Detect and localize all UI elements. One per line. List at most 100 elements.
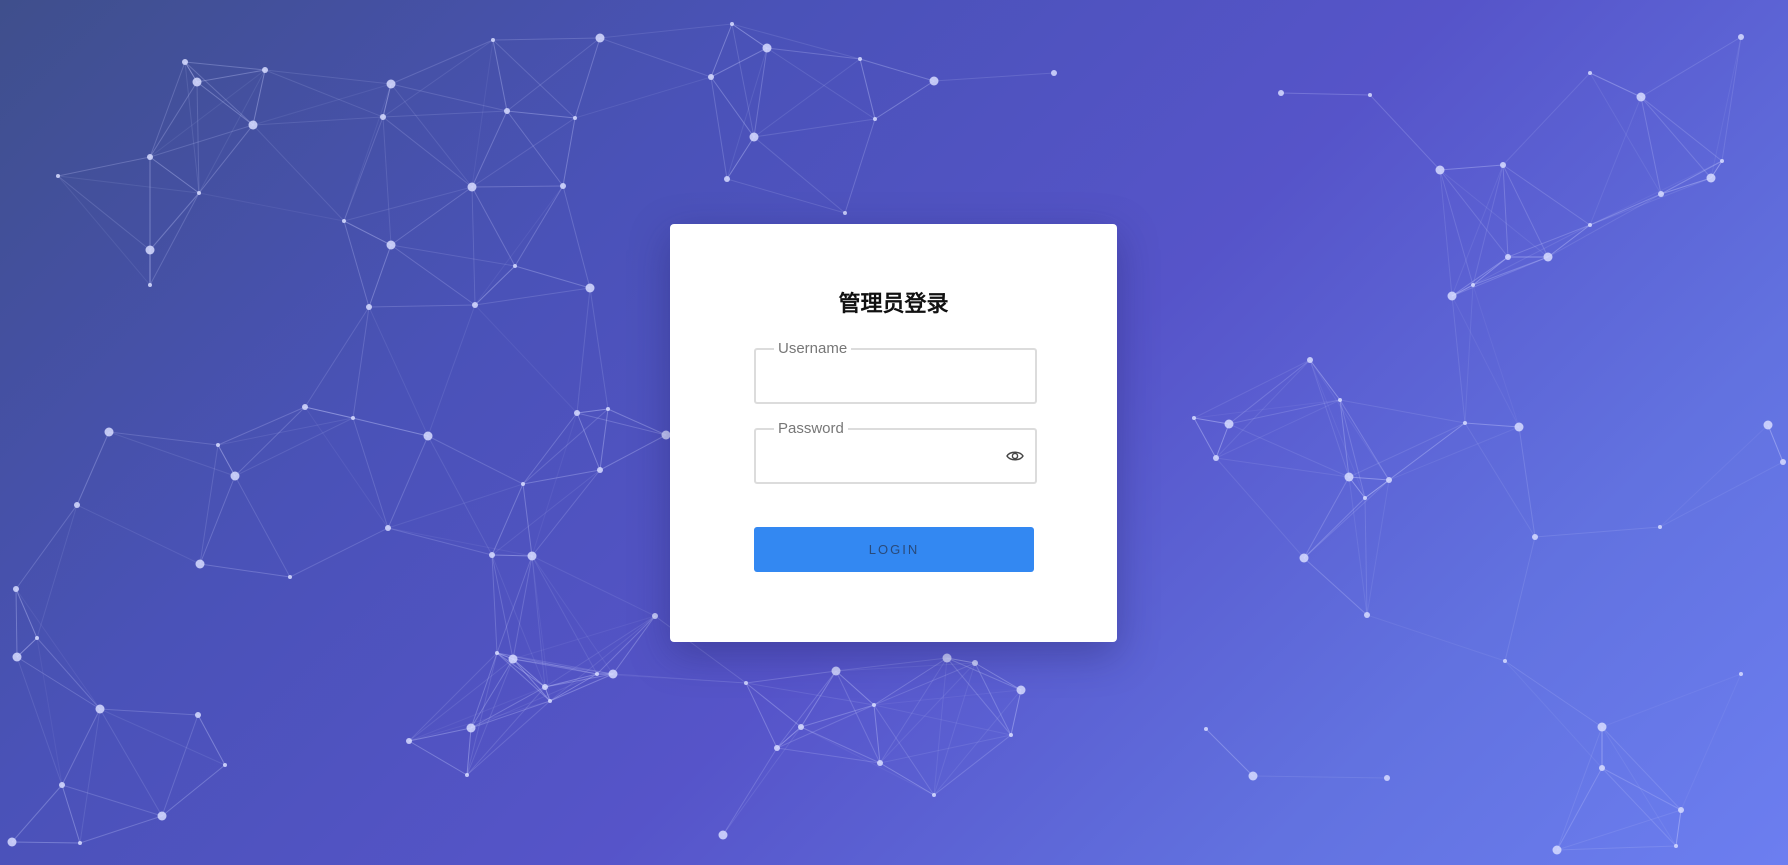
network-link [1252,775,1388,779]
network-node [1658,191,1664,197]
network-node [521,482,525,486]
network-node [1500,162,1506,168]
network-link [1439,164,1504,171]
network-link [514,185,564,267]
network-link [408,700,551,742]
network-node [606,407,610,411]
network-link [1464,422,1536,538]
network-link [471,186,476,306]
network-link [1659,424,1769,528]
network-link [196,81,254,126]
network-node [877,760,883,766]
network-link [1303,479,1390,559]
network-link [522,408,609,485]
network-link [722,747,778,836]
network-node [585,283,595,293]
network-node [145,245,155,255]
network-link [149,192,200,286]
network-link [1767,424,1784,463]
network-link [198,69,266,194]
network-link [753,58,861,138]
network-link [873,704,881,764]
network-link [382,116,473,188]
network-link [408,740,468,776]
network-link [304,406,389,529]
network-link [15,588,18,658]
network-node [147,154,153,160]
network-node [1224,419,1234,429]
network-link [390,83,473,188]
username-field[interactable]: Username [754,340,1037,404]
network-node [1552,845,1562,855]
network-link [368,244,392,308]
network-link [252,124,345,222]
network-link [506,110,576,119]
network-link [1601,767,1677,847]
network-link [933,734,1012,796]
network-node [13,586,19,592]
network-node [195,559,205,569]
network-link [1640,96,1712,179]
login-button[interactable]: LOGIN [754,527,1034,572]
network-link [1680,673,1742,811]
network-link [1518,426,1536,538]
network-node [548,699,552,703]
network-link [599,37,712,78]
network-node [472,302,478,308]
network-link [879,657,948,764]
network-link [1228,423,1350,478]
network-node [1503,659,1507,663]
network-link [471,185,564,188]
network-link [512,555,533,660]
network-link [1388,426,1520,481]
password-input[interactable] [768,444,995,474]
network-link [612,673,747,684]
network-node [197,191,201,195]
network-link [1366,479,1390,616]
network-node [1780,459,1786,465]
network-link [873,704,935,796]
network-link [61,784,81,844]
username-input[interactable] [768,364,995,394]
network-node [12,652,22,662]
login-card: 管理员登录 Username Password LOGIN [670,224,1117,642]
network-node [1471,283,1475,287]
eye-icon[interactable] [1005,446,1025,466]
network-link [776,670,837,749]
network-link [1601,673,1742,728]
network-link [522,469,601,485]
network-link [408,652,498,742]
network-node [7,837,17,847]
network-link [1556,726,1603,851]
network-node [1674,844,1678,848]
network-link [589,287,609,410]
network-node [385,525,391,531]
password-field[interactable]: Password [754,420,1037,484]
network-node [730,22,734,26]
network-link [408,658,514,742]
network-link [1589,72,1642,98]
network-link [427,435,524,485]
network-node [288,575,292,579]
network-link [800,704,875,728]
network-node [157,811,167,821]
network-link [506,37,601,112]
network-link [1601,767,1682,811]
network-link [197,714,226,766]
network-link [491,554,546,688]
network-link [1601,726,1682,811]
network-link [1589,177,1712,226]
network-link [199,475,236,565]
network-link [252,83,392,126]
network-link [722,726,802,836]
network-node [1532,534,1538,540]
network-link [57,175,151,286]
network-link [1309,359,1390,481]
network-link [531,412,578,557]
network-node [1344,472,1354,482]
network-node [1706,173,1716,183]
network-link [576,287,591,414]
network-link [76,504,201,565]
network-node [423,431,433,441]
network-link [599,408,609,471]
